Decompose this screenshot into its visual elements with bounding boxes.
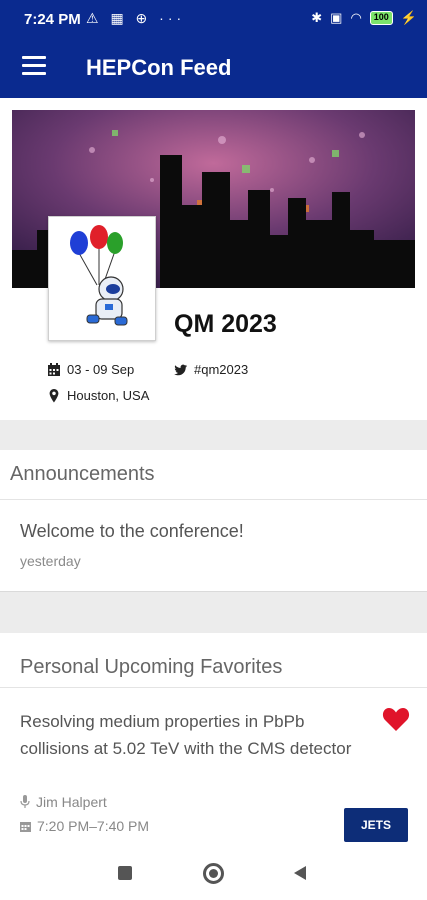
conference-logo — [48, 216, 156, 341]
conference-location-text: Houston, USA — [67, 388, 150, 403]
favorites-header: Personal Upcoming Favorites — [0, 633, 427, 688]
conference-card[interactable]: QM 2023 03 - 09 Sep #qm2023 Houston, USA — [0, 98, 427, 420]
app-title: HEPCon Feed — [86, 55, 232, 80]
announcement-title: Welcome to the conference! — [20, 521, 244, 541]
announcements-header: Announcements — [0, 450, 427, 500]
menu-icon[interactable] — [22, 56, 46, 76]
heart-icon[interactable] — [382, 706, 410, 732]
system-nav-bar — [0, 846, 427, 900]
twitter-icon — [174, 364, 187, 375]
favorite-session-time-text: 7:20 PM–7:40 PM — [37, 818, 150, 834]
status-bar: 7:24 PM ⚠ ▦ ⊕ ··· ✱ ▣ ◠ 100 ⚡ — [0, 0, 427, 40]
status-time: 7:24 PM — [24, 11, 81, 28]
location-pin-icon — [49, 388, 59, 402]
conference-dates-text: 03 - 09 Sep — [67, 362, 135, 377]
conference-location: Houston, USA — [47, 388, 149, 403]
conference-name: QM 2023 — [174, 310, 277, 338]
session-tag-button[interactable]: JETS — [344, 808, 408, 842]
conference-hashtag[interactable]: #qm2023 — [174, 362, 248, 377]
announcement-item[interactable]: Welcome to the conference! yesterday — [0, 500, 427, 592]
nav-recents-icon[interactable] — [118, 866, 132, 880]
charging-icon: ⚡ — [400, 10, 417, 25]
battery-icon: 100 — [369, 11, 393, 25]
announcement-time: yesterday — [20, 553, 81, 569]
favorite-session-speaker: Jim Halpert — [20, 794, 107, 810]
wifi-icon: ◠ — [350, 10, 362, 25]
status-system-icons: ✱ ▣ ◠ 100 ⚡ — [311, 10, 417, 26]
app-bar: HEPCon Feed — [0, 40, 427, 98]
signal-icon: ▣ — [330, 10, 343, 25]
calendar-icon — [48, 362, 60, 376]
favorite-session-time: 7:20 PM–7:40 PM — [20, 818, 149, 834]
calendar-icon — [20, 821, 31, 832]
microphone-icon — [20, 795, 30, 808]
favorite-session-title: Resolving medium properties in PbPb coll… — [20, 712, 352, 758]
bluetooth-icon: ✱ — [311, 10, 323, 25]
status-notification-icons: ⚠ ▦ ⊕ ··· — [86, 10, 186, 26]
nav-back-icon[interactable] — [294, 866, 306, 880]
favorite-session-speaker-text: Jim Halpert — [36, 794, 107, 810]
nav-home-icon[interactable] — [203, 863, 224, 884]
conference-dates: 03 - 09 Sep — [47, 362, 134, 377]
conference-hashtag-text: #qm2023 — [194, 362, 249, 377]
